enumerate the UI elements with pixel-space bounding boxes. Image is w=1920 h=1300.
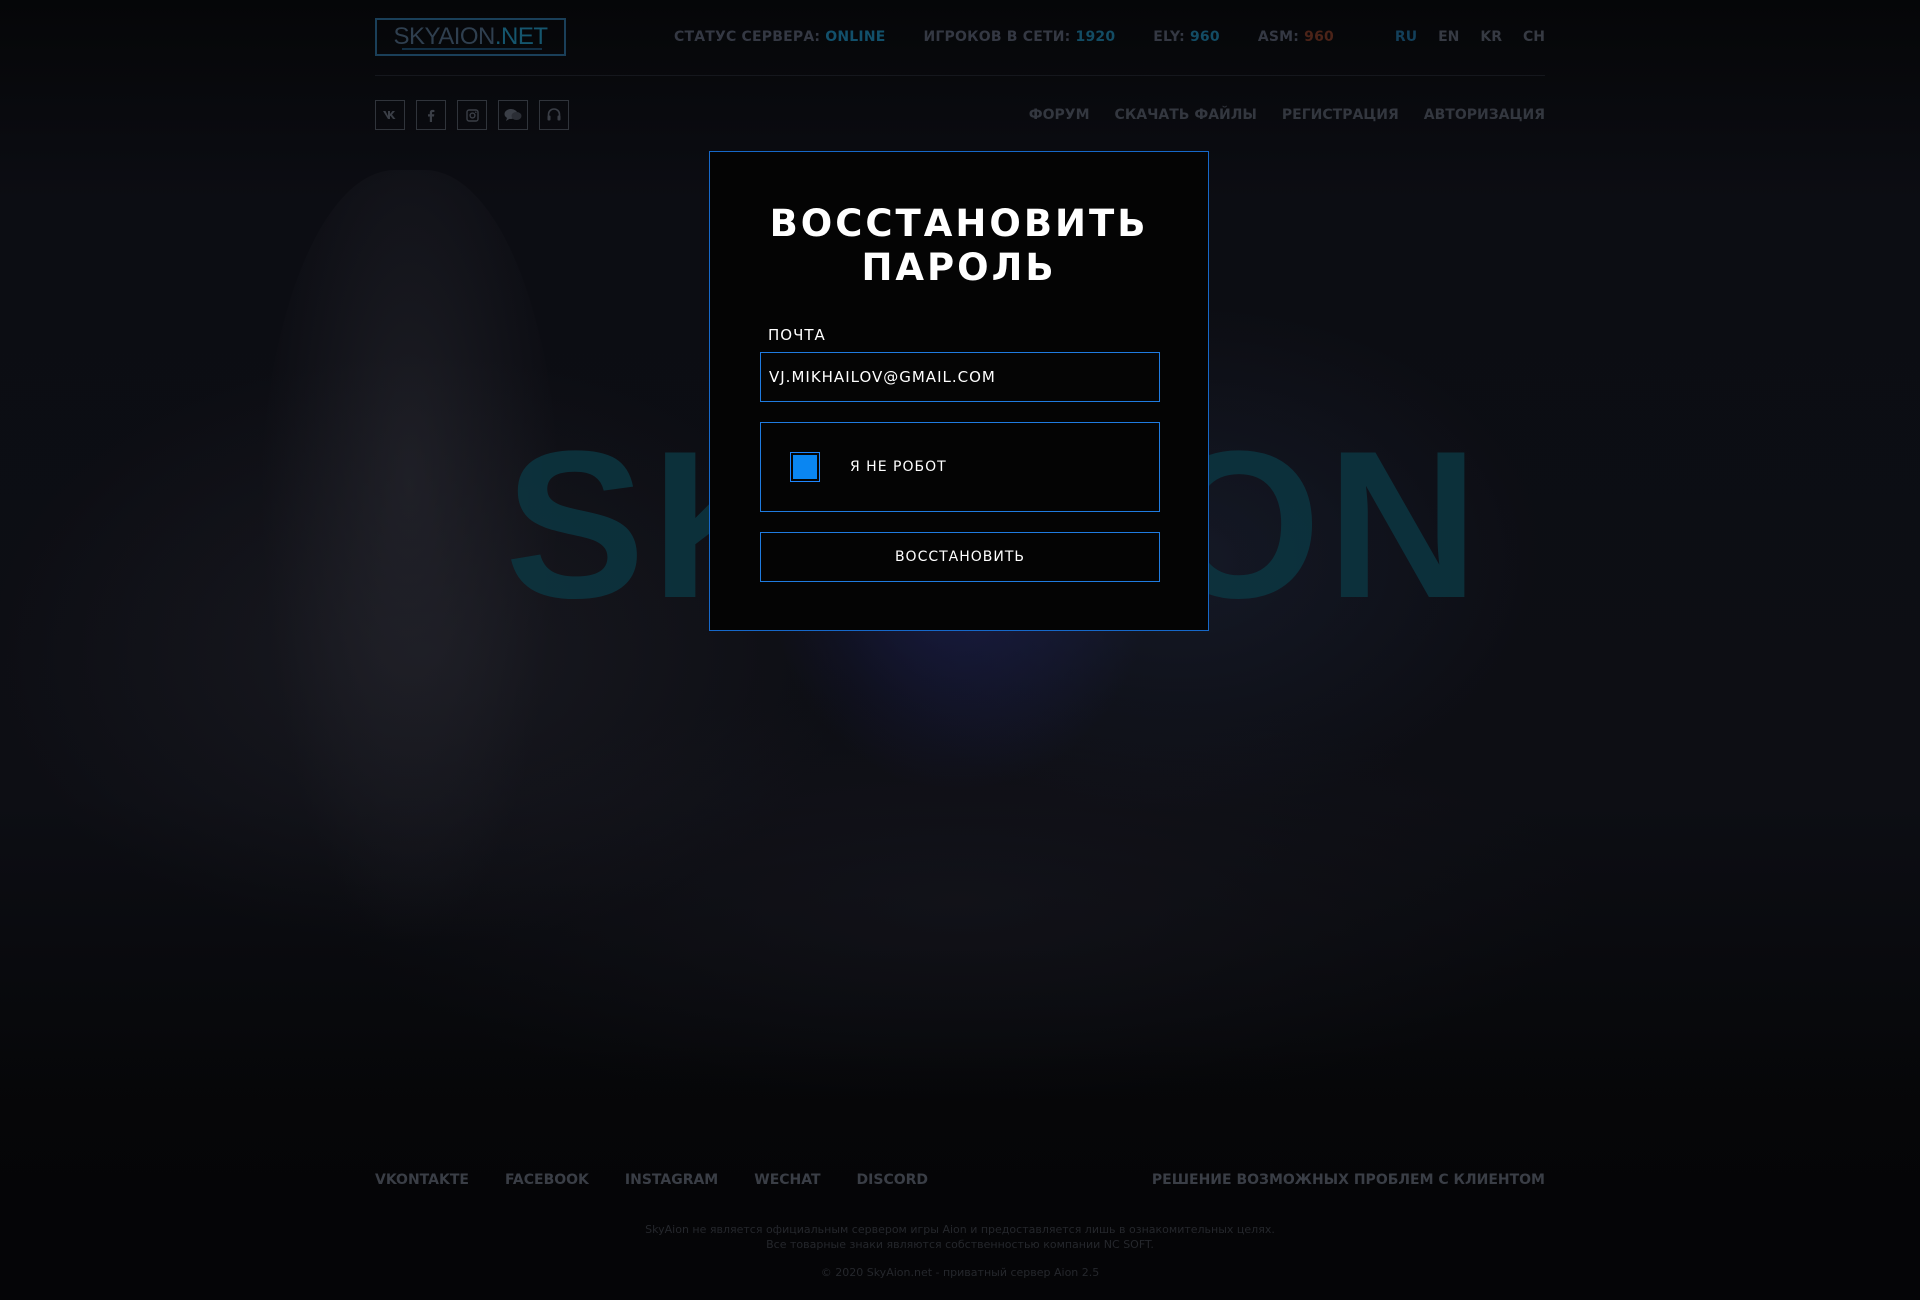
captcha-label: Я НЕ РОБОТ — [850, 459, 947, 475]
instagram-icon[interactable] — [457, 100, 487, 130]
nav-row: ФОРУМ СКАЧАТЬ ФАЙЛЫ РЕГИСТРАЦИЯ АВТОРИЗА… — [375, 99, 1545, 131]
ely-count: ELY: 960 — [1153, 29, 1220, 45]
server-status: СТАТУС СЕРВЕРА: ONLINE — [674, 29, 886, 45]
server-stats: СТАТУС СЕРВЕРА: ONLINE ИГРОКОВ В СЕТИ: 1… — [674, 29, 1372, 45]
header-divider — [375, 75, 1545, 76]
footer-link-facebook[interactable]: FACEBOOK — [505, 1172, 589, 1188]
lang-kr[interactable]: KR — [1480, 29, 1502, 45]
captcha-checkbox[interactable] — [790, 452, 820, 482]
logo-text-main: SKYAION — [393, 23, 495, 50]
main-nav: ФОРУМ СКАЧАТЬ ФАЙЛЫ РЕГИСТРАЦИЯ АВТОРИЗА… — [1004, 107, 1545, 123]
top-bar: SKYAION .NET СТАТУС СЕРВЕРА: ONLINE ИГРОК… — [375, 16, 1545, 58]
footer-links: VKONTAKTE FACEBOOK INSTAGRAM WECHAT DISC… — [375, 1170, 1545, 1190]
social-icons — [375, 100, 580, 130]
wechat-icon[interactable] — [498, 100, 528, 130]
nav-login[interactable]: АВТОРИЗАЦИЯ — [1424, 107, 1545, 123]
ely-count-label: ELY: — [1153, 29, 1185, 45]
logo-underline — [402, 48, 542, 50]
facebook-icon[interactable] — [416, 100, 446, 130]
players-online: ИГРОКОВ В СЕТИ: 1920 — [924, 29, 1116, 45]
footer-link-client-help[interactable]: РЕШЕНИЕ ВОЗМОЖНЫХ ПРОБЛЕМ С КЛИЕНТОМ — [1152, 1172, 1545, 1188]
footer-link-wechat[interactable]: WECHAT — [754, 1172, 820, 1188]
modal-title-line1: ВОССТАНОВИТЬ — [769, 202, 1149, 245]
logo-text-domain: .NET — [494, 23, 548, 50]
captcha-widget[interactable]: Я НЕ РОБОТ — [760, 422, 1160, 512]
footer-link-vkontakte[interactable]: VKONTAKTE — [375, 1172, 469, 1188]
restore-button[interactable]: ВОССТАНОВИТЬ — [760, 532, 1160, 582]
email-label: ПОЧТА — [768, 326, 826, 344]
asm-count: ASM: 960 — [1258, 29, 1334, 45]
lang-ch[interactable]: CH — [1523, 29, 1545, 45]
disclaimer-line1: SkyAion не является официальным сервером… — [645, 1223, 1275, 1236]
footer-link-discord[interactable]: DISCORD — [857, 1172, 929, 1188]
vk-icon[interactable] — [375, 100, 405, 130]
password-recovery-modal: ВОССТАНОВИТЬ ПАРОЛЬ ПОЧТА Я НЕ РОБОТ ВОС… — [709, 151, 1209, 631]
discord-headset-icon[interactable] — [539, 100, 569, 130]
nav-registration[interactable]: РЕГИСТРАЦИЯ — [1282, 107, 1399, 123]
ely-count-value: 960 — [1189, 29, 1220, 45]
server-status-label: СТАТУС СЕРВЕРА: — [674, 29, 821, 45]
server-status-value: ONLINE — [825, 29, 886, 45]
email-field[interactable] — [760, 352, 1160, 402]
nav-download-files[interactable]: СКАЧАТЬ ФАЙЛЫ — [1115, 107, 1257, 123]
lang-ru[interactable]: RU — [1395, 29, 1417, 45]
lang-en[interactable]: EN — [1438, 29, 1459, 45]
captcha-checkbox-fill — [793, 455, 817, 479]
disclaimer-line2: Все товарные знаки являются собственност… — [766, 1238, 1154, 1251]
language-switcher: RU EN KR CH — [1374, 29, 1545, 45]
footer-link-instagram[interactable]: INSTAGRAM — [625, 1172, 718, 1188]
nav-forum[interactable]: ФОРУМ — [1029, 107, 1090, 123]
asm-count-label: ASM: — [1257, 29, 1300, 45]
footer-disclaimer: SkyAion не является официальным сервером… — [0, 1222, 1920, 1252]
modal-title-line2: ПАРОЛЬ — [861, 246, 1057, 289]
players-online-value: 1920 — [1075, 29, 1116, 45]
asm-count-value: 960 — [1304, 29, 1334, 45]
site-logo[interactable]: SKYAION .NET — [375, 18, 566, 56]
players-online-label: ИГРОКОВ В СЕТИ: — [923, 29, 1071, 45]
modal-title: ВОССТАНОВИТЬ ПАРОЛЬ — [710, 202, 1208, 290]
footer-copyright: © 2020 SkyAion.net - приватный сервер Ai… — [820, 1266, 1100, 1279]
